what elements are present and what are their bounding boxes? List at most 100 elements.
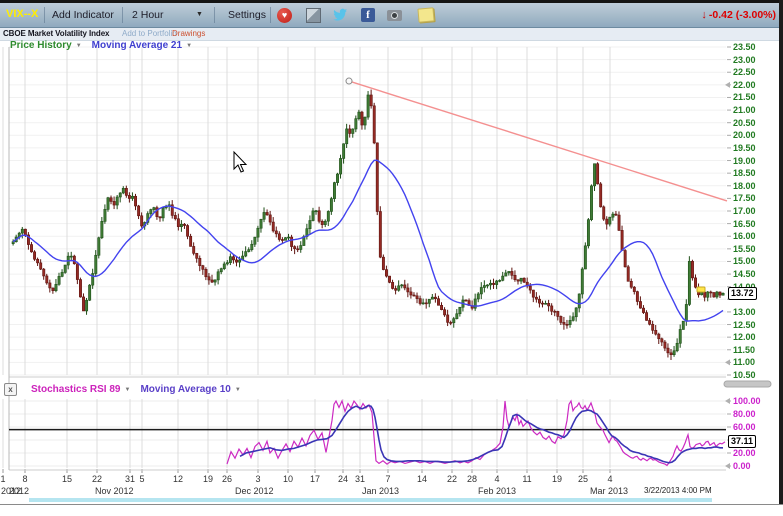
moving-average-10-menu[interactable]: Moving Average 10 — [140, 384, 230, 395]
candle — [290, 237, 292, 247]
candle — [15, 237, 17, 242]
candle — [701, 292, 703, 295]
window-bottom-edge — [0, 504, 783, 505]
interval-selector[interactable]: 2 Hour — [132, 9, 164, 21]
candle — [318, 211, 320, 222]
candle — [254, 237, 256, 244]
price-axis-label: 23.50 — [733, 42, 756, 52]
settings-button[interactable]: Settings — [228, 9, 266, 21]
symbol-ticker[interactable]: VIX--X — [6, 8, 38, 20]
chevron-down-icon[interactable]: ▼ — [186, 43, 192, 49]
candle — [627, 267, 629, 281]
candle — [642, 308, 644, 312]
candle — [557, 311, 559, 316]
candle — [217, 272, 219, 280]
candle — [43, 269, 45, 276]
candle — [275, 231, 277, 234]
candle — [624, 250, 626, 266]
candle — [581, 269, 583, 294]
candle — [211, 280, 213, 282]
candle — [450, 322, 452, 323]
candle — [263, 212, 265, 219]
candle — [358, 112, 360, 119]
chevron-down-icon[interactable]: ▼ — [124, 387, 130, 393]
candle — [49, 283, 51, 288]
candle — [55, 284, 57, 290]
down-arrow-icon: ↓ — [701, 9, 707, 21]
candle — [603, 207, 605, 219]
candle — [373, 106, 375, 143]
drawings-link[interactable]: Drawings — [172, 29, 205, 38]
candle — [376, 143, 378, 212]
price-axis-label: 19.00 — [733, 156, 756, 166]
lower-pane-header: x Stochastics RSI 89 ▼ Moving Average 10… — [4, 383, 251, 396]
candle — [538, 299, 540, 303]
interval-caret-icon[interactable]: ▼ — [196, 11, 203, 18]
add-indicator-button[interactable]: Add Indicator — [52, 9, 114, 21]
stochastic-rsi-line — [227, 401, 725, 465]
chevron-down-icon[interactable]: ▼ — [76, 43, 82, 49]
twitter-bird-glyph — [332, 8, 348, 22]
candle — [385, 270, 387, 277]
note-flag-marker — [697, 287, 705, 292]
candle — [508, 271, 510, 272]
candle — [431, 297, 433, 299]
month-label: Nov 2012 — [95, 486, 134, 496]
price-history-menu[interactable]: Price History — [10, 40, 72, 51]
candle — [312, 211, 314, 221]
candle — [477, 294, 479, 299]
sticky-note-icon[interactable] — [417, 7, 434, 22]
cube-icon[interactable] — [306, 8, 321, 23]
candle — [272, 222, 274, 231]
alerts-icon[interactable]: ♥ — [277, 8, 292, 23]
month-label: Dec 2012 — [235, 486, 274, 496]
add-to-portfolio-link[interactable]: Add to Portfolio — [122, 29, 177, 38]
date-tick-label: 12 — [173, 474, 183, 484]
candle — [440, 305, 442, 309]
stochastics-rsi-menu[interactable]: Stochastics RSI 89 — [31, 384, 120, 395]
candle — [483, 286, 485, 288]
close-indicator-button[interactable]: x — [4, 383, 17, 396]
candle — [284, 238, 286, 241]
trendline-drawing — [349, 81, 727, 201]
candle — [349, 129, 351, 134]
facebook-icon[interactable]: f — [361, 8, 375, 22]
candle — [474, 299, 476, 308]
candle — [199, 258, 201, 265]
candle — [67, 256, 69, 265]
price-axis-label: 11.00 — [733, 357, 755, 367]
candle — [453, 319, 455, 323]
candle — [248, 250, 250, 252]
candle — [64, 265, 66, 272]
axis-marker-triangle — [725, 398, 730, 404]
candle — [679, 329, 681, 343]
candle — [232, 257, 234, 260]
chevron-down-icon[interactable]: ▼ — [235, 387, 241, 393]
candle — [205, 269, 207, 276]
candle — [147, 214, 149, 223]
date-tick-label: 19 — [203, 474, 213, 484]
candle — [379, 212, 381, 258]
candle — [79, 280, 81, 297]
date-tick-label: 3 — [255, 474, 260, 484]
candle — [514, 275, 516, 279]
candle — [633, 287, 635, 291]
candle — [269, 215, 271, 222]
splitter-scroll-thumb — [724, 381, 771, 387]
candle — [98, 238, 100, 256]
candle — [630, 281, 632, 287]
date-tick-label: 7 — [385, 474, 390, 484]
date-tick-label: 11 — [522, 474, 531, 484]
date-tick-label: 15 — [62, 474, 72, 484]
candle — [443, 310, 445, 315]
candle — [395, 288, 397, 290]
date-tick-label: 31 — [355, 474, 365, 484]
candle — [89, 285, 91, 300]
bottom-scroll-track[interactable] — [29, 498, 712, 502]
moving-average-21-menu[interactable]: Moving Average 21 — [92, 40, 182, 51]
camera-icon[interactable] — [387, 10, 402, 21]
date-tick-label: 24 — [338, 474, 348, 484]
candle — [398, 286, 400, 290]
twitter-icon[interactable] — [332, 8, 348, 22]
price-axis-label: 15.00 — [733, 256, 756, 266]
